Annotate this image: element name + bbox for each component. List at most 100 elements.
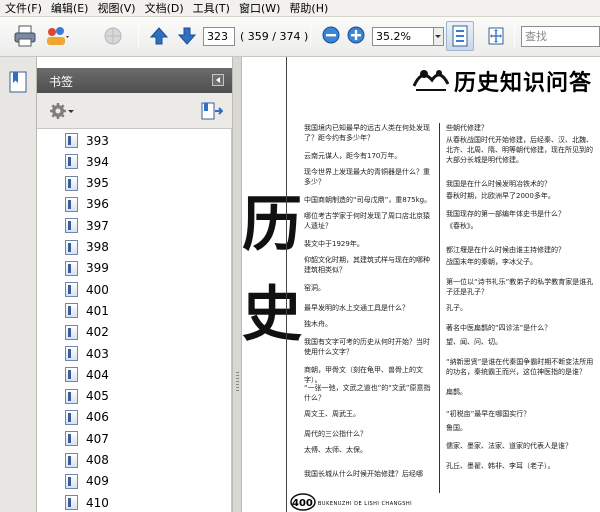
bookmark-item[interactable]: 408 [65, 450, 109, 471]
bookmark-page-icon [65, 431, 78, 447]
text-paragraph: 第一位以“诗书礼乐”教弟子的私学教育家是谁孔子还是孔子？ [446, 278, 594, 296]
bookmark-page-icon [65, 218, 78, 234]
text-paragraph: “纳新思贤”是谁在代秦国争霸时期不断变法所用的功名，秦统霸王而兴，这位神医指的是… [446, 358, 594, 376]
previous-page-edge: 历 史 [242, 57, 302, 512]
globe-icon [104, 27, 122, 45]
bookmark-page-icon [65, 239, 78, 255]
panel-title: 书签 [49, 75, 74, 89]
disabled-tool-button[interactable] [100, 23, 126, 49]
bookmark-label: 404 [86, 367, 109, 382]
menu-edit[interactable]: 编辑(E) [46, 0, 93, 17]
pdf-reader-window: 文件(F) 编辑(E) 视图(V) 文档(D) 工具(T) 窗口(W) 帮助(H… [0, 0, 600, 512]
text-paragraph: 我国现存的第一部编年体史书是什么？ [446, 210, 565, 218]
side-character: 史 [242, 280, 302, 350]
bookmark-item[interactable]: 405 [65, 386, 109, 407]
text-paragraph: 哪位考古学家于何时发现了周口店北京猿人遗址？ [304, 212, 430, 230]
options-button[interactable] [49, 102, 75, 120]
bookmark-page-icon [65, 388, 78, 404]
bookmark-page-icon [65, 409, 78, 425]
bookmarks-panel-header: 书签 [37, 68, 232, 93]
bookmark-item[interactable]: 406 [65, 407, 109, 428]
collaborate-button[interactable] [44, 23, 70, 49]
bookmark-item[interactable]: 410 [65, 492, 109, 512]
menu-window[interactable]: 窗口(W) [234, 0, 284, 17]
side-character: 历 [242, 190, 302, 260]
bookmark-label: 409 [86, 474, 109, 489]
document-view[interactable]: 历 史 历史知识问答 我国境内已知最早的远古人类在何处发现了？距今约有多少年？ 云… [242, 57, 600, 512]
bookmark-label: 393 [86, 133, 109, 148]
footer-text: BUKENUZHI DE LISHI CHANGSHI [318, 501, 413, 507]
bookmark-page-icon [65, 154, 78, 170]
text-paragraph: 最早发明的水上交通工具是什么？ [304, 304, 409, 312]
bookmark-page-icon [65, 452, 78, 468]
search-input[interactable]: 查找 [521, 26, 600, 47]
zoom-out-icon [322, 26, 340, 44]
bookmark-label: 394 [86, 154, 109, 169]
bookmark-item[interactable]: 400 [65, 279, 109, 300]
fit-page-button[interactable] [446, 21, 474, 51]
bookmark-page-icon [65, 282, 78, 298]
navigation-strip [0, 57, 37, 512]
arrow-up-icon [149, 27, 169, 45]
bookmark-label: 402 [86, 325, 109, 340]
book-logo-icon [412, 70, 450, 91]
bookmark-add-icon [201, 102, 224, 120]
text-paragraph: 太傅、太师、太保。 [304, 446, 367, 454]
text-paragraph: 周代的三公指什么？ [304, 430, 367, 438]
fit-page-icon [452, 25, 468, 47]
bookmark-label: 406 [86, 410, 109, 425]
bookmark-item[interactable]: 402 [65, 322, 109, 343]
arrow-down-icon [177, 27, 197, 45]
text-paragraph: 战国末年的秦朝，李冰父子。 [446, 258, 537, 266]
zoom-dropdown[interactable] [434, 27, 444, 46]
zoom-level-field[interactable]: 35.2% [372, 27, 434, 46]
bookmark-label: 399 [86, 261, 109, 276]
bookmark-item[interactable]: 404 [65, 364, 109, 385]
next-page-button[interactable] [174, 23, 200, 49]
zoom-out-button[interactable] [320, 24, 342, 46]
bookmark-item[interactable]: 401 [65, 300, 109, 321]
bookmark-item[interactable]: 399 [65, 258, 109, 279]
bookmark-page-icon [65, 367, 78, 383]
text-paragraph: 望、闻、问、切。 [446, 338, 502, 346]
text-paragraph: “初税亩”最早在哪国实行？ [446, 410, 531, 418]
bookmark-page-icon [9, 71, 27, 93]
chevron-down-icon [435, 35, 441, 38]
text-paragraph: 裴文中于1929年。 [304, 240, 364, 248]
menu-help[interactable]: 帮助(H) [284, 0, 332, 17]
bookmark-item[interactable]: 407 [65, 428, 109, 449]
menu-view[interactable]: 视图(V) [92, 0, 139, 17]
zoom-in-button[interactable] [345, 24, 367, 46]
collapse-panel-button[interactable] [212, 74, 224, 86]
bookmark-page-icon [65, 175, 78, 191]
bookmark-item[interactable]: 409 [65, 471, 109, 492]
bookmark-item[interactable]: 393 [65, 130, 109, 151]
bookmark-item[interactable]: 396 [65, 194, 109, 215]
text-paragraph: 扁鹊。 [446, 388, 467, 396]
bookmark-label: 401 [86, 303, 109, 318]
text-paragraph: 中国商朝制造的“司母戊鼎”，重875kg。 [304, 196, 432, 204]
column-divider [439, 123, 440, 493]
bookmark-item[interactable]: 398 [65, 237, 109, 258]
splitter-grip[interactable] [236, 372, 239, 392]
fit-width-button[interactable] [482, 21, 510, 51]
page-number-input[interactable]: 323 [203, 27, 235, 46]
bookmark-label: 405 [86, 389, 109, 404]
panel-splitter[interactable] [232, 57, 242, 512]
bookmark-page-icon [65, 473, 78, 489]
print-button[interactable] [12, 23, 38, 49]
bookmark-item[interactable]: 395 [65, 173, 109, 194]
menu-bar: 文件(F) 编辑(E) 视图(V) 文档(D) 工具(T) 窗口(W) 帮助(H… [0, 0, 600, 17]
previous-page-button[interactable] [146, 23, 172, 49]
bookmark-item[interactable]: 403 [65, 343, 109, 364]
menu-tools[interactable]: 工具(T) [188, 0, 234, 17]
new-bookmark-button[interactable] [201, 102, 224, 123]
text-paragraph: “一张一弛，文武之道也”的“文武”原意指什么？ [304, 384, 431, 402]
bookmark-page-icon [65, 196, 78, 212]
bookmark-item[interactable]: 397 [65, 215, 109, 236]
menu-document[interactable]: 文档(D) [140, 0, 188, 17]
menu-file[interactable]: 文件(F) [0, 0, 46, 17]
toolbar-separator [138, 25, 139, 47]
bookmark-item[interactable]: 394 [65, 151, 109, 172]
bookmarks-tab[interactable] [9, 71, 27, 96]
